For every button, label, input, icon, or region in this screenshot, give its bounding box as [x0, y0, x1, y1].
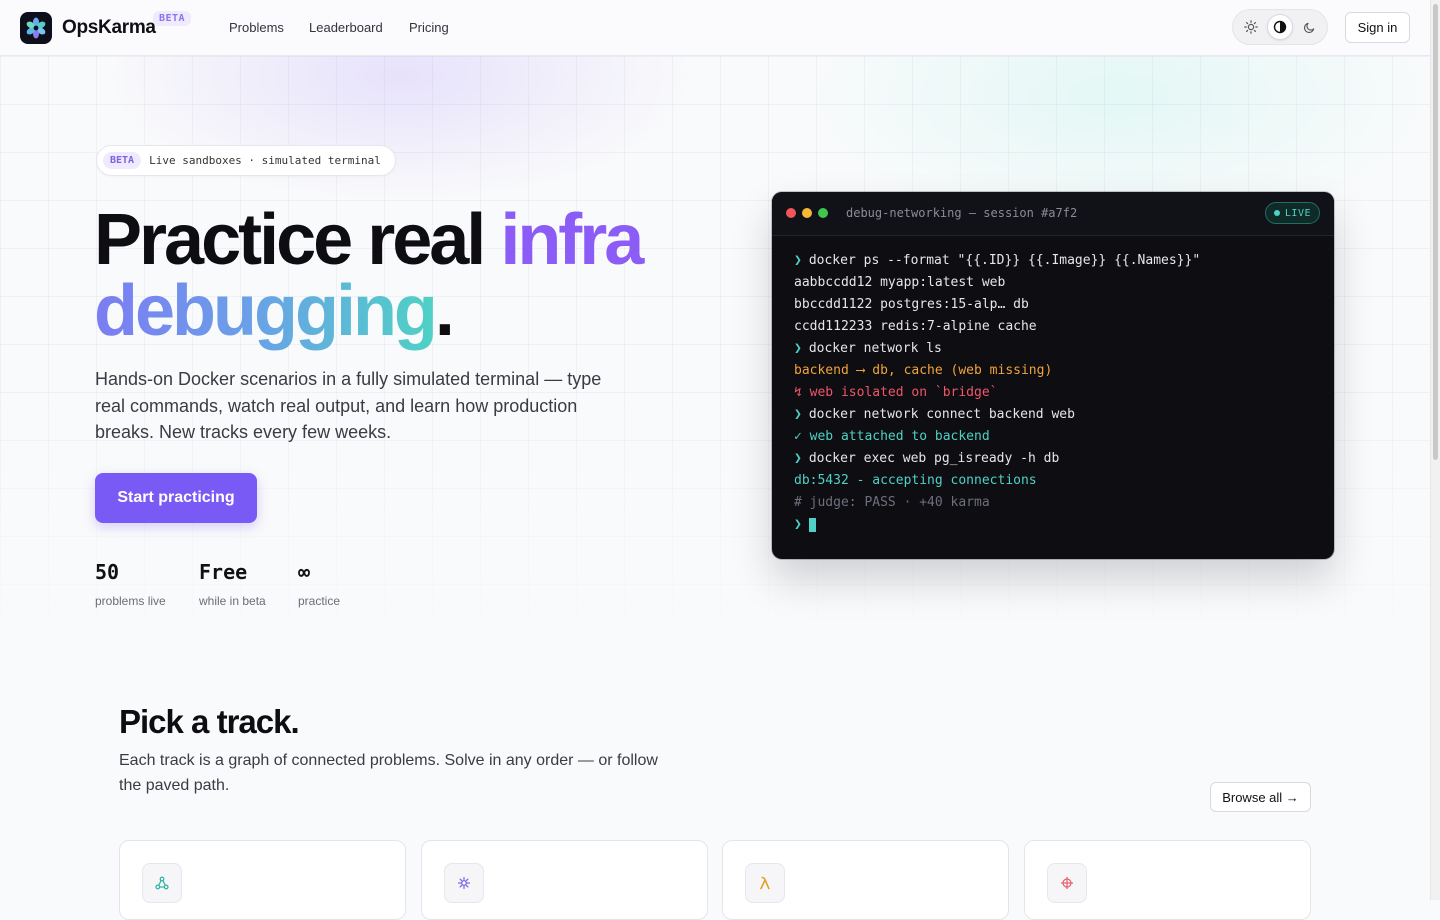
nav-link-leaderboard[interactable]: Leaderboard: [309, 20, 383, 35]
window-minimize-dot: [802, 208, 812, 218]
terminal-line-text: docker network connect backend web: [808, 407, 1075, 422]
terminal-line-text: aabbccdd12 myapp:latest web: [794, 275, 1006, 290]
terminal-output-line: bbccdd1122 postgres:15-alp… db: [794, 294, 1312, 316]
sun-icon: [1244, 20, 1258, 34]
moon-icon: [1303, 22, 1314, 33]
terminal-line-text: ✓ web attached to backend: [794, 429, 990, 444]
sign-in-button[interactable]: Sign in: [1345, 12, 1410, 43]
stat-problems: 50 problems live: [95, 560, 166, 608]
logo-flower-icon: [26, 17, 46, 39]
lambda-icon: [760, 876, 770, 890]
terminal-output-line: aabbccdd12 myapp:latest web: [794, 272, 1312, 294]
terminal-line-text: # judge: PASS · +40 karma: [794, 495, 990, 510]
track-icon-tile: [142, 863, 182, 903]
scrollbar-thumb[interactable]: [1433, 4, 1438, 460]
terminal-command-line: ❯ docker network ls: [794, 338, 1312, 360]
terminal-line-text: docker network ls: [808, 341, 942, 356]
hero-lead-paragraph: Hands-on Docker scenarios in a fully sim…: [95, 369, 602, 442]
hero-title-line2: debugging.: [94, 275, 455, 347]
hero-title-highlight: infra: [500, 200, 644, 280]
prompt-chevron-icon: ❯: [794, 451, 802, 466]
prompt-chevron-icon: ❯: [794, 341, 802, 356]
terminal-cursor: [808, 517, 816, 532]
theme-dark-button[interactable]: [1296, 14, 1322, 40]
hero-announcement-pill: BETA Live sandboxes · simulated terminal: [96, 145, 396, 176]
nav-link-problems[interactable]: Problems: [229, 20, 284, 35]
terminal-output-line: ccdd112233 redis:7-alpine cache: [794, 316, 1312, 338]
stat-value: ∞: [298, 560, 311, 584]
window-close-dot: [786, 208, 796, 218]
track-card-networking[interactable]: [119, 840, 406, 920]
crosshair-icon: [1061, 877, 1073, 889]
window-maximize-dot: [818, 208, 828, 218]
track-icon-tile: [444, 863, 484, 903]
terminal-command-line: ❯ docker network connect backend web: [794, 404, 1312, 426]
track-icon-tile: [745, 863, 785, 903]
terminal-command-line: ❯ docker exec web pg_isready -h db: [794, 448, 1312, 470]
track-card-observability[interactable]: [1024, 840, 1311, 920]
terminal-line-text: db:5432 - accepting connections: [794, 473, 1037, 488]
track-card-serverless[interactable]: [722, 840, 1009, 920]
terminal-window: debug-networking — session #a7f2 LIVE ❯ d…: [772, 192, 1334, 559]
kubernetes-icon: [457, 876, 471, 890]
hero-title-text: Practice real: [94, 200, 501, 280]
terminal-line-text: docker exec web pg_isready -h db: [808, 451, 1060, 466]
stat-label: problems live: [95, 594, 166, 608]
terminal-output-line: backend ⟶ db, cache (web missing): [794, 360, 1312, 382]
start-practicing-button[interactable]: Start practicing: [95, 473, 257, 523]
terminal-title: debug-networking — session #a7f2: [846, 206, 1078, 220]
hero-title-dot: .: [434, 271, 455, 351]
theme-light-button[interactable]: [1238, 14, 1264, 40]
tracks-title: Pick a track.: [119, 703, 300, 740]
prompt-chevron-icon: ❯: [794, 253, 802, 268]
theme-toggle: [1232, 9, 1328, 45]
nav-link-pricing[interactable]: Pricing: [409, 20, 449, 35]
top-nav: OpsKarma BETA Problems Leaderboard Prici…: [0, 0, 1430, 56]
prompt-chevron-icon: ❯: [794, 517, 802, 532]
hero-pill-text: Live sandboxes · simulated terminal: [149, 154, 381, 167]
contrast-icon: [1273, 20, 1287, 34]
live-label: LIVE: [1284, 207, 1311, 219]
terminal-output-line: db:5432 - accepting connections: [794, 470, 1312, 492]
network-icon: [155, 876, 169, 890]
prompt-chevron-icon: ❯: [794, 407, 802, 422]
terminal-line-text: ↯ web isolated on `bridge`: [794, 385, 998, 400]
live-dot-icon: [1273, 210, 1280, 216]
terminal-line-text: bbccdd1122 postgres:15-alp… db: [794, 297, 1029, 312]
brand-name[interactable]: OpsKarma: [62, 17, 156, 39]
brand-logo[interactable]: [20, 12, 52, 44]
stat-practice: ∞ practice: [298, 560, 340, 608]
terminal-input-line[interactable]: ❯: [794, 514, 1312, 536]
page-scrollbar[interactable]: [1430, 0, 1440, 900]
hero-title-gradient-word: debugging: [94, 271, 438, 351]
hero-pill-tag: BETA: [103, 152, 142, 169]
stat-label: practice: [298, 594, 341, 608]
hero-title-line1: Practice real infra: [94, 204, 644, 276]
terminal-output-line: # judge: PASS · +40 karma: [794, 492, 1312, 514]
beta-badge: BETA: [153, 11, 192, 26]
browse-all-button[interactable]: Browse all →: [1210, 782, 1311, 812]
track-card-kubernetes[interactable]: [421, 840, 708, 920]
tracks-subtitle: Each track is a graph of connected probl…: [119, 752, 658, 794]
terminal-output-line: ✓ web attached to backend: [794, 426, 1312, 448]
stat-label: while in beta: [199, 594, 266, 608]
stat-value: 50: [95, 560, 120, 584]
terminal-line-text: ccdd112233 redis:7-alpine cache: [794, 319, 1037, 334]
terminal-output-line: ↯ web isolated on `bridge`: [794, 382, 1312, 404]
theme-system-button[interactable]: [1267, 14, 1293, 40]
terminal-command-line: ❯ docker ps --format "{{.ID}} {{.Image}} …: [794, 250, 1312, 272]
terminal-line-text: backend ⟶ db, cache (web missing): [794, 363, 1053, 378]
terminal-line-text: docker ps --format "{{.ID}} {{.Image}} {…: [808, 253, 1201, 268]
stat-price: Free while in beta: [199, 560, 266, 608]
stat-value: Free: [199, 560, 248, 584]
track-icon-tile: [1047, 863, 1087, 903]
terminal-output[interactable]: ❯ docker ps --format "{{.ID}} {{.Image}} …: [772, 236, 1334, 536]
terminal-titlebar: debug-networking — session #a7f2 LIVE: [772, 192, 1334, 236]
live-badge: LIVE: [1264, 202, 1320, 224]
